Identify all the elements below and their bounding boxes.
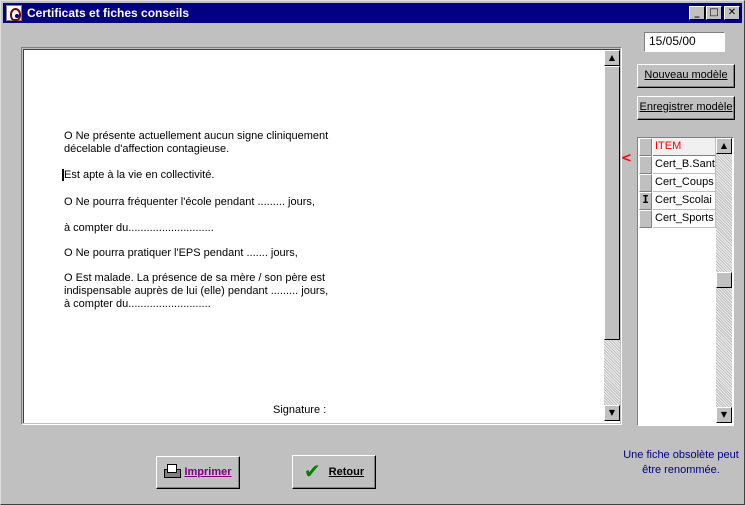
document-page[interactable]: O Ne présente actuellement aucun signe c… xyxy=(23,49,620,423)
list-item-label: Cert_Scolai xyxy=(653,192,716,210)
scroll-down-button[interactable]: ▼ xyxy=(604,405,620,421)
model-list[interactable]: ITEM Cert_B.Sant Cert_Coups I Cert_Scola… xyxy=(637,137,734,426)
print-label: Imprimer xyxy=(184,466,232,478)
doc-paragraph-3: O Ne pourra fréquenter l'école pendant .… xyxy=(64,196,315,208)
list-header: ITEM xyxy=(639,138,716,156)
date-field[interactable]: 15/05/00 xyxy=(644,32,725,52)
doc-paragraph-2: Est apte à la vie en collectivité. xyxy=(64,169,215,181)
list-item-label: Cert_Sports xyxy=(653,210,716,228)
list-item-label: Cert_B.Sant xyxy=(653,156,716,174)
document-editor[interactable]: O Ne présente actuellement aucun signe c… xyxy=(21,47,622,425)
list-item[interactable]: Cert_Sports xyxy=(639,210,716,228)
list-header-label: ITEM xyxy=(653,138,716,156)
row-selector-current[interactable]: I xyxy=(639,192,652,210)
minimize-button[interactable]: _ xyxy=(689,6,705,20)
new-model-label: Nouveau modèle xyxy=(644,69,728,81)
list-scroll-down-button[interactable]: ▼ xyxy=(716,407,732,423)
list-scroll-thumb[interactable] xyxy=(716,272,732,288)
row-selector[interactable] xyxy=(639,156,652,174)
save-model-button[interactable]: Enregistrer modèle xyxy=(637,96,735,120)
doc-paragraph-5: O Ne pourra pratiquer l'EPS pendant ....… xyxy=(64,247,298,259)
new-model-button[interactable]: Nouveau modèle xyxy=(637,64,735,88)
header-selector xyxy=(639,138,652,156)
list-item-label: Cert_Coups xyxy=(653,174,716,192)
scroll-up-button[interactable]: ▲ xyxy=(604,50,620,66)
list-scroll-up-button[interactable]: ▲ xyxy=(716,138,732,154)
list-scrollbar[interactable]: ▲ ▼ xyxy=(716,138,732,423)
back-label: Retour xyxy=(328,466,365,478)
scroll-thumb[interactable] xyxy=(604,66,620,340)
list-item-selected[interactable]: I Cert_Scolai xyxy=(639,192,716,210)
doc-paragraph-4: à compter du............................ xyxy=(64,222,214,234)
rename-hint: Une fiche obsolète peut être renommée. xyxy=(623,449,739,476)
row-selector[interactable] xyxy=(639,210,652,228)
title-bar: Certificats et fiches conseils _ □ ✕ xyxy=(3,3,742,23)
selection-marker: < xyxy=(621,151,632,166)
maximize-button[interactable]: □ xyxy=(706,6,722,20)
row-selector[interactable] xyxy=(639,174,652,192)
print-button[interactable]: Imprimer xyxy=(156,456,240,489)
back-button[interactable]: ✔ Retour xyxy=(292,455,376,489)
window-title: Certificats et fiches conseils xyxy=(27,6,190,20)
close-button[interactable]: ✕ xyxy=(724,6,740,20)
doc-signature-label: Signature : xyxy=(273,404,327,416)
save-model-label: Enregistrer modèle xyxy=(639,101,733,113)
printer-icon xyxy=(164,464,182,478)
app-logo-icon[interactable] xyxy=(6,5,22,21)
doc-paragraph-1: O Ne présente actuellement aucun signe c… xyxy=(64,130,329,155)
checkmark-icon: ✔ xyxy=(303,459,321,483)
app-window: Certificats et fiches conseils _ □ ✕ O N… xyxy=(0,0,745,505)
doc-paragraph-6: O Est malade. La présence de sa mère / s… xyxy=(64,272,329,310)
document-scrollbar[interactable]: ▲ ▼ xyxy=(604,50,620,421)
list-item[interactable]: Cert_Coups xyxy=(639,174,716,192)
list-item[interactable]: Cert_B.Sant xyxy=(639,156,716,174)
